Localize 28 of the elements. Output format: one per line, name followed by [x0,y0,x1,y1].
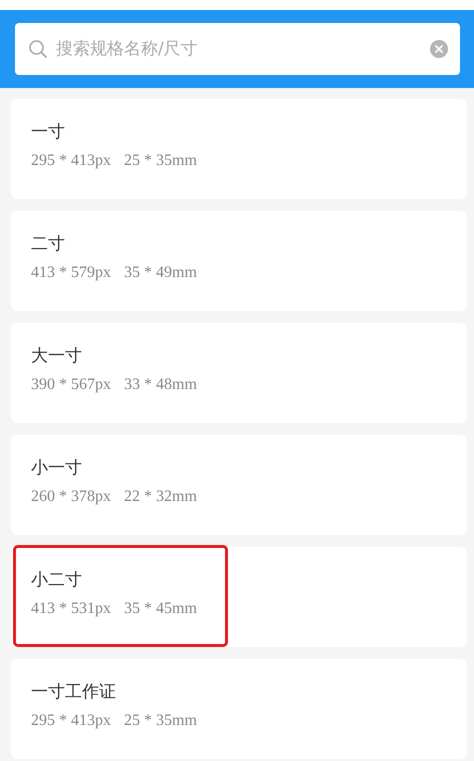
pixel-size: 413 * 531px [31,599,111,619]
search-field[interactable]: 搜索规格名称/尺寸 [15,23,460,75]
size-card[interactable]: 小二寸 413 * 531px 35 * 45mm [11,547,467,647]
print-size: 25 * 35mm [124,711,197,731]
pixel-size: 260 * 378px [31,487,111,507]
pixel-size: 413 * 579px [31,263,111,283]
search-icon [28,39,48,59]
print-size: 22 * 32mm [124,487,197,507]
search-input[interactable]: 搜索规格名称/尺寸 [54,38,424,60]
size-card[interactable]: 小一寸 260 * 378px 22 * 32mm [11,435,467,535]
size-card[interactable]: 大一寸 390 * 567px 33 * 48mm [11,323,467,423]
print-size: 25 * 35mm [124,151,197,171]
size-name: 二寸 [31,233,65,256]
size-card[interactable]: 一寸工作证 295 * 413px 25 * 35mm [11,659,467,759]
print-size: 35 * 45mm [124,599,197,619]
size-name: 一寸工作证 [31,681,116,704]
clear-icon[interactable] [430,40,448,58]
print-size: 35 * 49mm [124,263,197,283]
pixel-size: 390 * 567px [31,375,111,395]
pixel-size: 295 * 413px [31,711,111,731]
size-name: 小二寸 [31,569,82,592]
size-card[interactable]: 二寸 413 * 579px 35 * 49mm [11,211,467,311]
size-name: 小一寸 [31,457,82,480]
size-name: 大一寸 [31,345,82,368]
print-size: 33 * 48mm [124,375,197,395]
size-name: 一寸 [31,121,65,144]
pixel-size: 295 * 413px [31,151,111,171]
size-card[interactable]: 一寸 295 * 413px 25 * 35mm [11,99,467,199]
